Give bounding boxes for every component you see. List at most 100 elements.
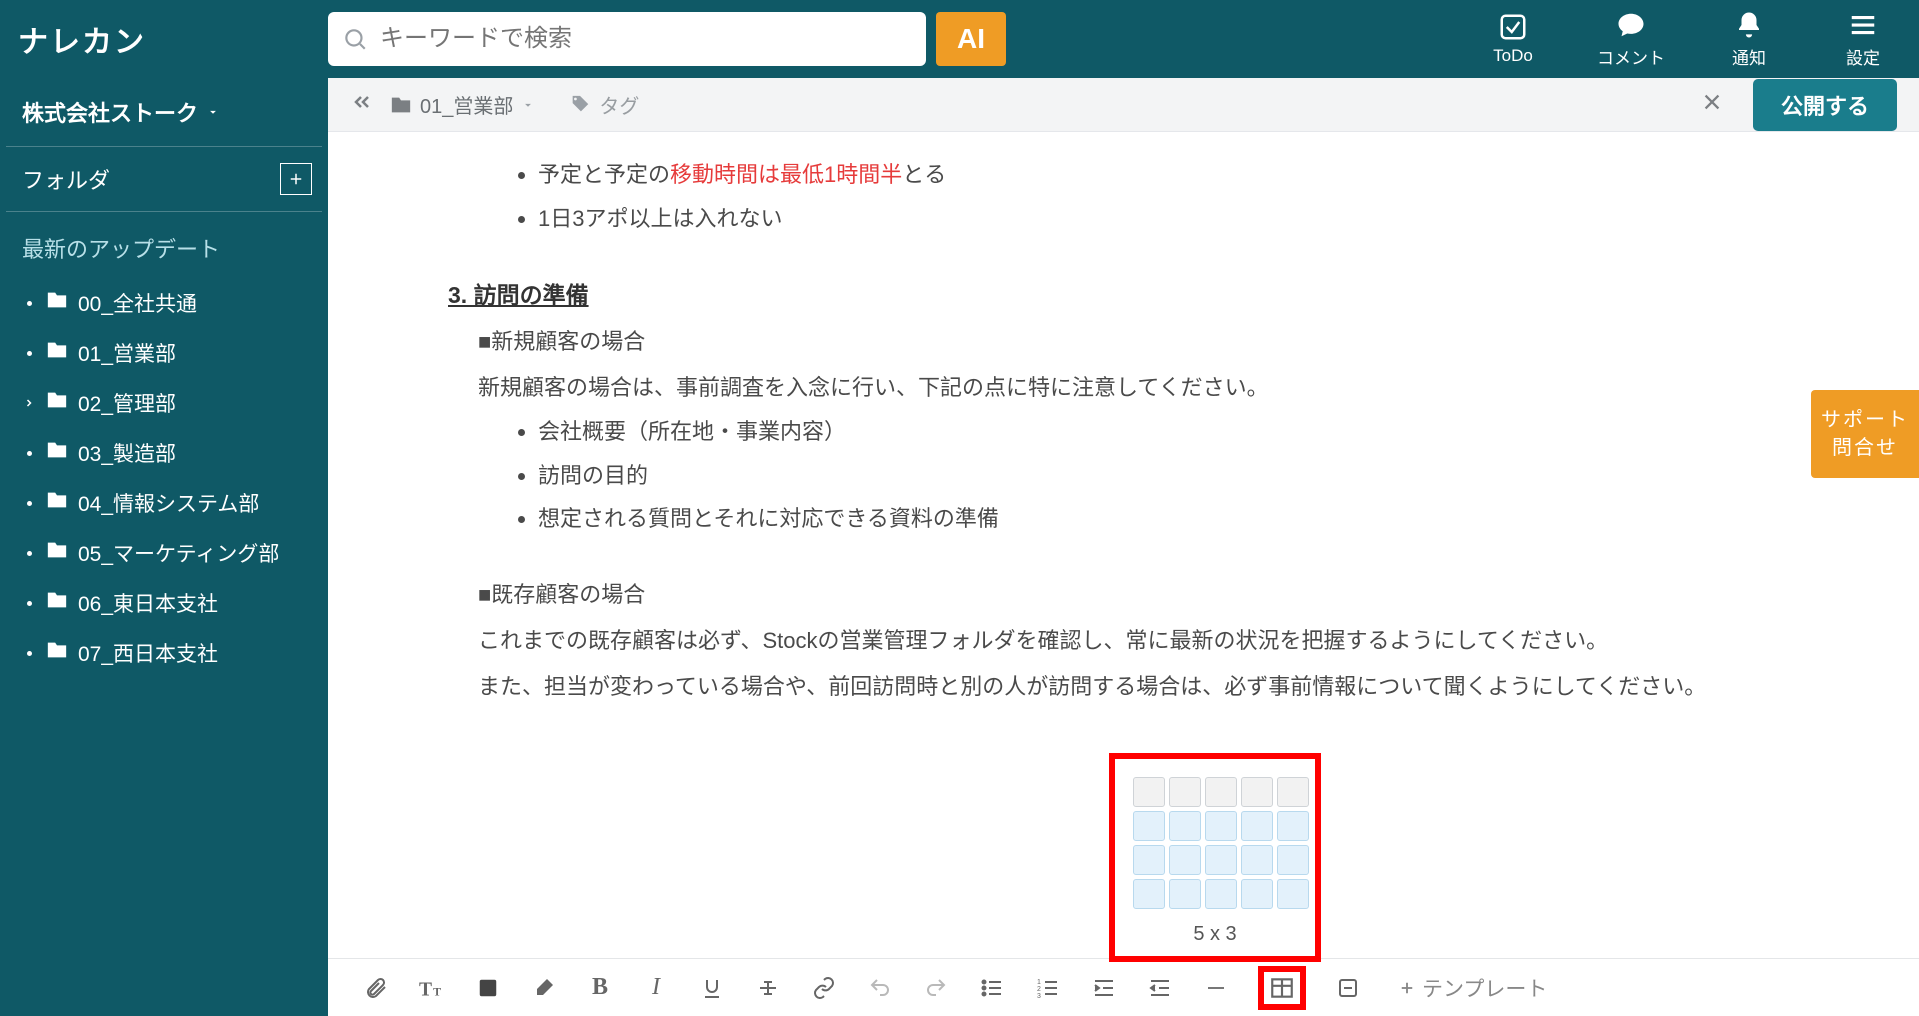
text: とる	[902, 162, 946, 187]
color-button[interactable]	[474, 974, 502, 1002]
sidebar-folder-item[interactable]: 05_マーケティング部	[0, 528, 328, 578]
nav-notify[interactable]: 通知	[1719, 10, 1779, 69]
table-picker-cell[interactable]	[1205, 777, 1237, 807]
double-chevron-left-icon	[350, 90, 374, 114]
numbered-list-button[interactable]: 123	[1034, 974, 1062, 1002]
undo-button[interactable]	[866, 974, 894, 1002]
breadcrumb-tag-label: タグ	[599, 90, 639, 119]
bold-button[interactable]: B	[586, 974, 614, 1002]
sidebar-folder-item[interactable]: 06_東日本支社	[0, 578, 328, 628]
table-picker-cell[interactable]	[1169, 777, 1201, 807]
highlight-button[interactable]	[530, 974, 558, 1002]
content-bullet: 予定と予定の移動時間は最低1時間半とる	[538, 154, 1799, 196]
topbar: ナレカン AI ToDo コメント 通知 設定	[0, 0, 1919, 78]
table-picker-cell[interactable]	[1133, 879, 1165, 909]
editor-toolbar: TT B I	[328, 958, 1919, 1016]
table-picker-cell[interactable]	[1169, 811, 1201, 841]
ai-button[interactable]: AI	[936, 12, 1006, 66]
minus-icon	[1208, 987, 1224, 989]
folder-icon	[46, 389, 68, 417]
attach-button[interactable]	[362, 974, 390, 1002]
search-box[interactable]	[328, 12, 926, 66]
breadcrumb-folder-label: 01_営業部	[420, 90, 513, 119]
text-size-icon: TT	[419, 975, 445, 1001]
content-bullet: 1日3アポ以上は入れない	[538, 198, 1799, 240]
caret-down-icon	[521, 98, 535, 112]
table-picker-cell[interactable]	[1205, 879, 1237, 909]
sidebar-folder-item[interactable]: 01_営業部	[0, 328, 328, 378]
folder-icon	[46, 289, 68, 317]
bullet-list-button[interactable]	[978, 974, 1006, 1002]
table-picker-cell[interactable]	[1241, 811, 1273, 841]
link-button[interactable]	[810, 974, 838, 1002]
support-tab[interactable]: サポート 問合せ	[1811, 390, 1919, 478]
table-picker-cell[interactable]	[1277, 879, 1309, 909]
sidebar-folder-item[interactable]: 02_管理部	[0, 378, 328, 428]
outdent-button[interactable]	[1146, 974, 1174, 1002]
italic-button[interactable]: I	[642, 974, 670, 1002]
sidebar: 株式会社ストーク フォルダ 最新のアップデート 00_全社共通 01_営業部 02_…	[0, 78, 328, 1016]
table-picker-cell[interactable]	[1241, 879, 1273, 909]
underline-button[interactable]	[698, 974, 726, 1002]
breadcrumb-folder[interactable]: 01_営業部	[390, 90, 535, 119]
table-picker-cell[interactable]	[1205, 845, 1237, 875]
checkbox-button[interactable]	[1334, 974, 1362, 1002]
folder-header-label: フォルダ	[22, 163, 110, 195]
folder-label: 06_東日本支社	[78, 588, 218, 618]
table-button[interactable]	[1268, 974, 1296, 1002]
table-picker-cell[interactable]	[1169, 845, 1201, 875]
plus-icon	[1398, 979, 1416, 997]
add-folder-button[interactable]	[280, 163, 312, 195]
publish-button[interactable]: 公開する	[1753, 79, 1897, 131]
nav-todo[interactable]: ToDo	[1483, 12, 1543, 66]
search-input[interactable]	[368, 25, 926, 53]
bell-icon	[1734, 10, 1764, 40]
table-picker-cell[interactable]	[1205, 811, 1237, 841]
sidebar-folder-item[interactable]: 03_製造部	[0, 428, 328, 478]
svg-text:T: T	[433, 984, 441, 998]
table-picker-cell[interactable]	[1241, 845, 1273, 875]
main-area: 01_営業部 タグ 公開する 予定と予定の移動時間は最低1時間半とる	[328, 78, 1919, 1016]
redo-button[interactable]	[922, 974, 950, 1002]
collapse-panel-button[interactable]	[350, 90, 374, 119]
table-picker-cell[interactable]	[1169, 879, 1201, 909]
bullet-icon	[22, 351, 36, 356]
horizontal-rule-button[interactable]	[1202, 974, 1230, 1002]
sidebar-folder-item[interactable]: 00_全社共通	[0, 278, 328, 328]
folder-label: 07_西日本支社	[78, 638, 218, 668]
breadcrumb-tag[interactable]: タグ	[569, 90, 639, 119]
folder-label: 05_マーケティング部	[78, 538, 279, 568]
table-picker-cell[interactable]	[1277, 777, 1309, 807]
caret-down-icon	[206, 105, 220, 119]
comment-icon	[1616, 10, 1646, 40]
indent-button[interactable]	[1090, 974, 1118, 1002]
table-picker-cell[interactable]	[1277, 845, 1309, 875]
nav-comment[interactable]: コメント	[1597, 10, 1665, 69]
sidebar-folder-item[interactable]: 07_西日本支社	[0, 628, 328, 678]
highlighter-icon	[532, 976, 556, 1000]
updates-header[interactable]: 最新のアップデート	[0, 218, 328, 274]
nav-settings[interactable]: 設定	[1833, 10, 1893, 69]
section-title: 3. 訪問の準備	[448, 274, 1799, 318]
table-picker-cell[interactable]	[1241, 777, 1273, 807]
folder-label: 01_営業部	[78, 338, 176, 368]
sidebar-folder-item[interactable]: 04_情報システム部	[0, 478, 328, 528]
table-size-picker[interactable]: 5 x 3	[1109, 753, 1321, 962]
divider	[6, 146, 322, 147]
template-button[interactable]: テンプレート	[1398, 973, 1547, 1003]
strikethrough-button[interactable]	[754, 974, 782, 1002]
folder-label: 00_全社共通	[78, 288, 197, 318]
text-style-button[interactable]: TT	[418, 974, 446, 1002]
organization-selector[interactable]: 株式会社ストーク	[0, 78, 328, 140]
svg-text:T: T	[419, 979, 432, 1000]
folder-icon	[46, 539, 68, 567]
table-picker-cell[interactable]	[1133, 845, 1165, 875]
table-picker-cell[interactable]	[1133, 811, 1165, 841]
numbered-list-icon: 123	[1036, 976, 1060, 1000]
template-label: テンプレート	[1422, 973, 1547, 1003]
table-picker-cell[interactable]	[1277, 811, 1309, 841]
close-button[interactable]	[1693, 87, 1731, 122]
folder-icon	[46, 489, 68, 517]
svg-text:1: 1	[1037, 979, 1041, 986]
table-picker-cell[interactable]	[1133, 777, 1165, 807]
